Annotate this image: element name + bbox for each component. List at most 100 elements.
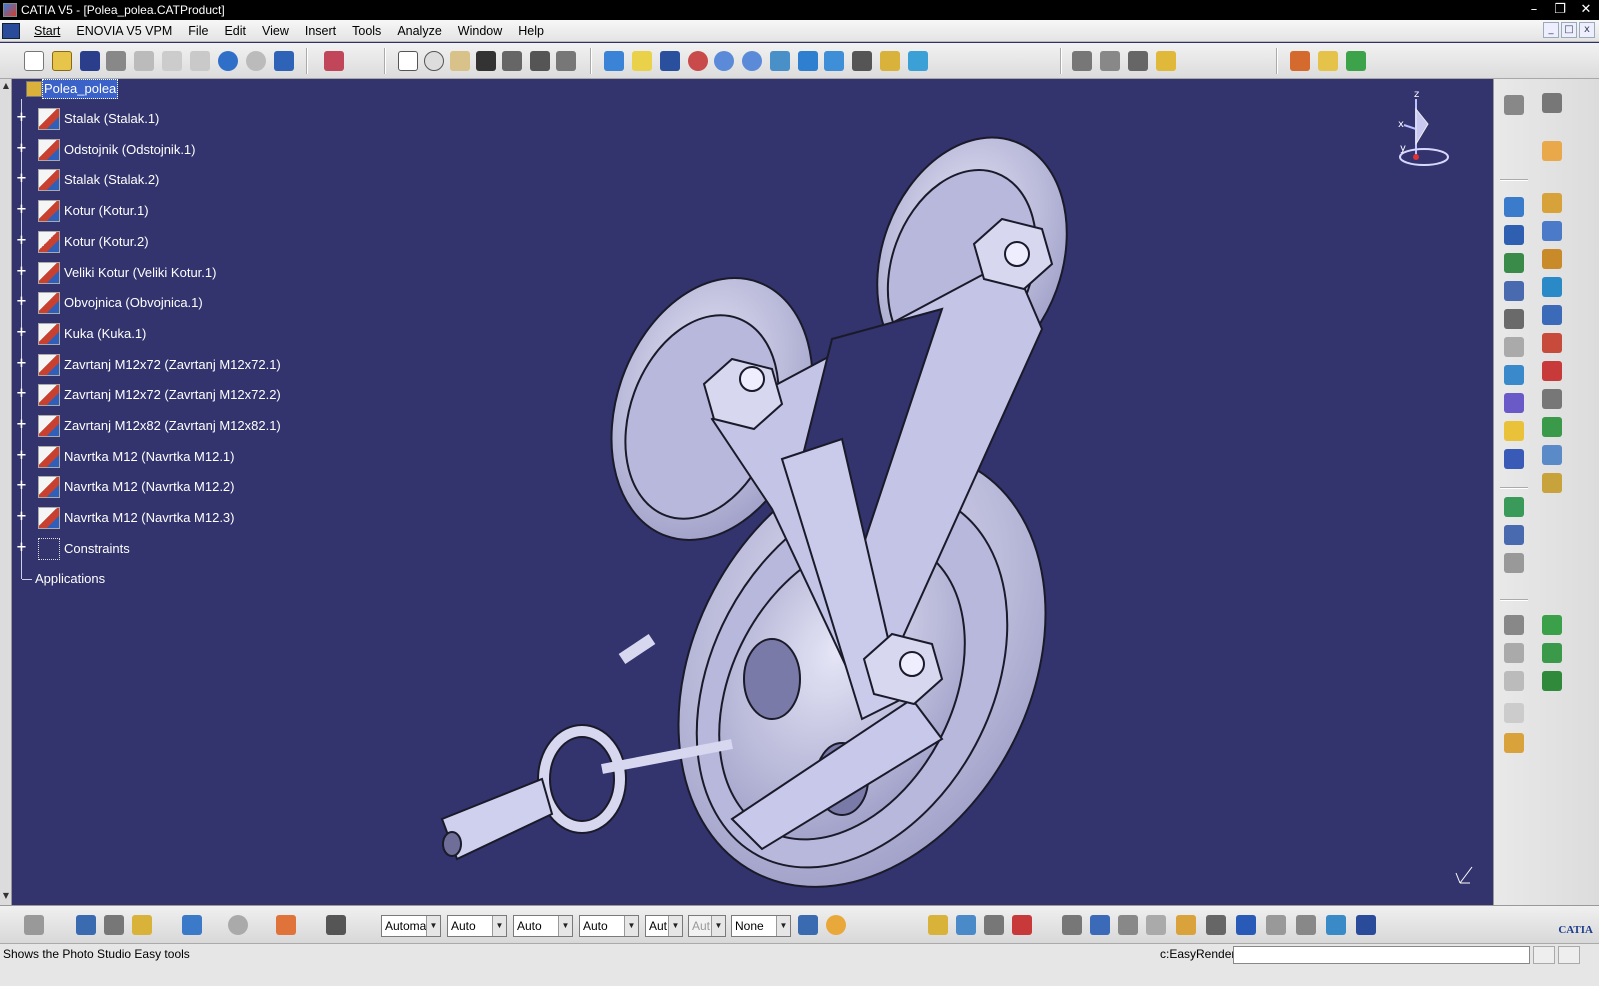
fit-all-icon[interactable]	[632, 51, 652, 71]
normal-view-icon[interactable]	[770, 51, 790, 71]
contact-icon[interactable]	[1542, 277, 1562, 297]
expand-plus-icon[interactable]: +	[16, 295, 27, 308]
swap-visible-space-icon[interactable]	[908, 51, 928, 71]
multi-view-icon[interactable]	[798, 51, 818, 71]
tree-tools-icon[interactable]	[556, 51, 576, 71]
menu-help[interactable]: Help	[510, 21, 552, 41]
minimize-button[interactable]: –	[1521, 0, 1547, 20]
tree-node[interactable]: + Zavrtanj M12x72 (Zavrtanj M12x72.2)	[12, 383, 342, 407]
expand-plus-icon[interactable]: +	[16, 510, 27, 523]
tree-node[interactable]: + Navrtka M12 (Navrtka M12.1)	[12, 445, 342, 469]
rotate-icon[interactable]	[688, 51, 708, 71]
sectioning-icon[interactable]	[1118, 915, 1138, 935]
multi-instantiation-icon[interactable]	[1542, 249, 1562, 269]
tree-node[interactable]: + Kotur (Kotur.2)	[12, 230, 342, 254]
tree-node[interactable]: + Zavrtanj M12x82 (Zavrtanj M12x82.1)	[12, 414, 342, 438]
catalog-material-icon[interactable]	[1356, 915, 1376, 935]
distance-icon[interactable]	[1146, 915, 1166, 935]
color-ball-icon[interactable]	[826, 915, 846, 935]
graphic-property-combo[interactable]: None ▼	[731, 915, 791, 937]
chevron-down-icon[interactable]: ▼	[426, 916, 440, 936]
doc-minimize-button[interactable]: _	[1543, 22, 1559, 38]
new-product-icon[interactable]	[1542, 193, 1562, 213]
text-abc-icon[interactable]	[1504, 643, 1524, 663]
copy-icon[interactable]	[162, 51, 182, 71]
chevron-down-icon[interactable]: ▼	[492, 916, 506, 936]
change-constraint-icon[interactable]	[1504, 393, 1524, 413]
refresh-icon[interactable]	[228, 915, 248, 935]
whats-this-icon[interactable]	[274, 51, 294, 71]
zoom-in-icon[interactable]	[714, 51, 734, 71]
expand-plus-icon[interactable]: +	[16, 541, 27, 554]
snapshot-icon[interactable]	[1542, 615, 1562, 635]
menu-tools[interactable]: Tools	[344, 21, 389, 41]
hole-icon[interactable]	[1504, 449, 1524, 469]
grid-icon[interactable]	[276, 915, 296, 935]
expand-plus-icon[interactable]: +	[16, 449, 27, 462]
expand-plus-icon[interactable]: +	[16, 479, 27, 492]
expand-plus-icon[interactable]: +	[16, 357, 27, 370]
chevron-down-icon[interactable]: ▼	[711, 916, 725, 936]
redo-icon[interactable]	[246, 51, 266, 71]
chevron-down-icon[interactable]: ▼	[776, 916, 790, 936]
shooting-icon[interactable]	[1266, 915, 1286, 935]
tree-node[interactable]: + Kotur (Kotur.1)	[12, 199, 342, 223]
measure-icon[interactable]	[1542, 671, 1562, 691]
table-icon[interactable]	[476, 51, 496, 71]
open-icon[interactable]	[52, 51, 72, 71]
chevron-down-icon[interactable]: ▼	[558, 916, 572, 936]
catia-app-icon[interactable]	[3, 3, 17, 17]
measure-inertia-icon[interactable]	[132, 915, 152, 935]
doc-close-button[interactable]: x	[1579, 22, 1595, 38]
new-icon[interactable]	[24, 51, 44, 71]
menu-insert[interactable]: Insert	[297, 21, 344, 41]
weld-icon[interactable]	[1542, 643, 1562, 663]
coincidence-icon[interactable]	[1504, 281, 1524, 301]
catalog-icon[interactable]	[502, 51, 522, 71]
power-input-field[interactable]	[1233, 946, 1530, 964]
expand-plus-icon[interactable]: +	[16, 142, 27, 155]
document-icon[interactable]	[984, 915, 1004, 935]
compass-icon[interactable]: z x y	[1398, 89, 1458, 179]
tree-root-label[interactable]: Polea_polea	[42, 79, 119, 99]
catalog-browser-icon[interactable]	[24, 915, 44, 935]
component-icon[interactable]	[956, 915, 976, 935]
explode-icon[interactable]	[1128, 51, 1148, 71]
restore-button[interactable]: ❐	[1547, 0, 1573, 20]
update-icon[interactable]	[1504, 421, 1524, 441]
power-input-button-1[interactable]	[1533, 946, 1555, 964]
pocket-icon[interactable]	[1542, 445, 1562, 465]
expand-plus-icon[interactable]: +	[16, 234, 27, 247]
paste-icon[interactable]	[190, 51, 210, 71]
tree-applications[interactable]: Applications	[35, 571, 105, 586]
gear-icon[interactable]	[1504, 95, 1524, 115]
mechanical-icon[interactable]	[1072, 51, 1092, 71]
tree-node[interactable]: + Stalak (Stalak.2)	[12, 168, 342, 192]
menu-file[interactable]: File	[180, 21, 216, 41]
graph-tree-icon[interactable]	[1504, 253, 1524, 273]
replace-component-icon[interactable]	[1542, 221, 1562, 241]
flag-note-icon[interactable]	[1504, 671, 1524, 691]
graphic-property-combo[interactable]: Auto ▼	[447, 915, 507, 937]
render-icon[interactable]	[1346, 51, 1366, 71]
product-structure-icon[interactable]	[928, 915, 948, 935]
existing-component-icon[interactable]	[1504, 197, 1524, 217]
photo-studio-icon[interactable]	[1290, 51, 1310, 71]
bill-of-material-icon[interactable]	[1504, 525, 1524, 545]
tree-node[interactable]: + Veliki Kotur (Veliki Kotur.1)	[12, 261, 342, 285]
iso-view-icon[interactable]	[824, 51, 844, 71]
pan-icon[interactable]	[660, 51, 680, 71]
tree-node[interactable]: + Stalak (Stalak.1)	[12, 107, 342, 131]
measure-item-icon[interactable]	[104, 915, 124, 935]
animation-icon[interactable]	[1296, 915, 1316, 935]
menu-analyze[interactable]: Analyze	[389, 21, 449, 41]
menu-enovia[interactable]: ENOVIA V5 VPM	[68, 21, 180, 41]
fly-mode-icon[interactable]	[604, 51, 624, 71]
scroll-down-icon[interactable]: ▼	[1, 891, 11, 901]
doc-restore-button[interactable]: □	[1561, 22, 1577, 38]
paint-brush-icon[interactable]	[798, 915, 818, 935]
comment-icon[interactable]	[424, 51, 444, 71]
expand-plus-icon[interactable]: +	[16, 203, 27, 216]
clash-icon[interactable]	[1090, 915, 1110, 935]
environment-box-icon[interactable]	[1236, 915, 1256, 935]
